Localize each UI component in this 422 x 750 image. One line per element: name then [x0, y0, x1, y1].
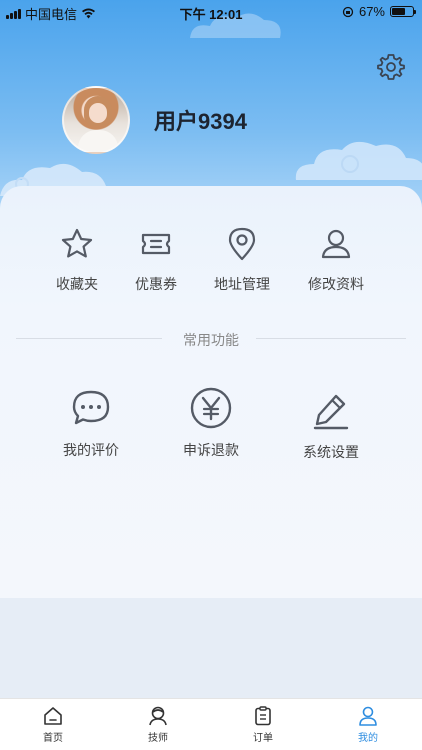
quick-actions-row: 收藏夹 优惠券 地址管理 修改资料: [0, 226, 422, 296]
quick-action-label: 地址管理: [214, 276, 270, 292]
tab-label: 我的: [358, 733, 378, 744]
section-divider: 常用功能: [16, 330, 406, 350]
cloud-decoration: [295, 141, 422, 180]
tab-home[interactable]: 首页: [23, 705, 83, 744]
function-refund-appeal[interactable]: 申诉退款: [156, 386, 266, 460]
tab-label: 技师: [148, 733, 168, 744]
function-system-settings[interactable]: 系统设置: [276, 390, 386, 462]
function-label: 我的评价: [63, 442, 119, 458]
chat-bubble-icon: [72, 390, 110, 425]
quick-action-favorites[interactable]: 收藏夹: [37, 226, 117, 294]
location-pin-icon: [228, 227, 256, 261]
orientation-lock-icon: [342, 6, 354, 17]
function-label: 系统设置: [303, 444, 359, 460]
tab-technician[interactable]: 技师: [128, 705, 188, 744]
avatar[interactable]: [62, 86, 130, 154]
status-bar: 中国电信 下午 12:01 67%: [0, 0, 422, 24]
tab-label: 订单: [253, 733, 273, 744]
quick-action-label: 收藏夹: [56, 276, 98, 292]
user-icon: [321, 229, 351, 259]
clipboard-icon: [255, 706, 271, 726]
home-icon: [44, 707, 62, 725]
quick-action-address[interactable]: 地址管理: [202, 226, 282, 294]
battery-percent: 67%: [358, 4, 385, 19]
status-bar-right: 67%: [342, 4, 416, 19]
tab-orders[interactable]: 订单: [233, 705, 293, 744]
quick-action-label: 修改资料: [308, 276, 364, 292]
tab-mine[interactable]: 我的: [338, 705, 398, 744]
bottom-tab-bar: 首页 技师 订单 我的: [0, 698, 422, 750]
username: 用户9394: [154, 109, 247, 134]
battery-icon: [390, 6, 416, 17]
coupon-icon: [141, 233, 171, 255]
quick-action-edit-profile[interactable]: 修改资料: [296, 226, 376, 294]
technician-icon: [149, 706, 167, 726]
pencil-icon: [313, 394, 349, 430]
yen-circle-icon: [190, 387, 232, 429]
settings-gear-icon[interactable]: [376, 52, 406, 82]
profile-icon: [359, 706, 377, 726]
function-my-reviews[interactable]: 我的评价: [36, 388, 146, 460]
function-label: 申诉退款: [183, 442, 239, 458]
quick-action-coupons[interactable]: 优惠券: [116, 226, 196, 294]
quick-action-label: 优惠券: [135, 276, 177, 292]
section-title: 常用功能: [183, 332, 239, 348]
tab-label: 首页: [43, 733, 63, 744]
star-icon: [61, 228, 93, 258]
